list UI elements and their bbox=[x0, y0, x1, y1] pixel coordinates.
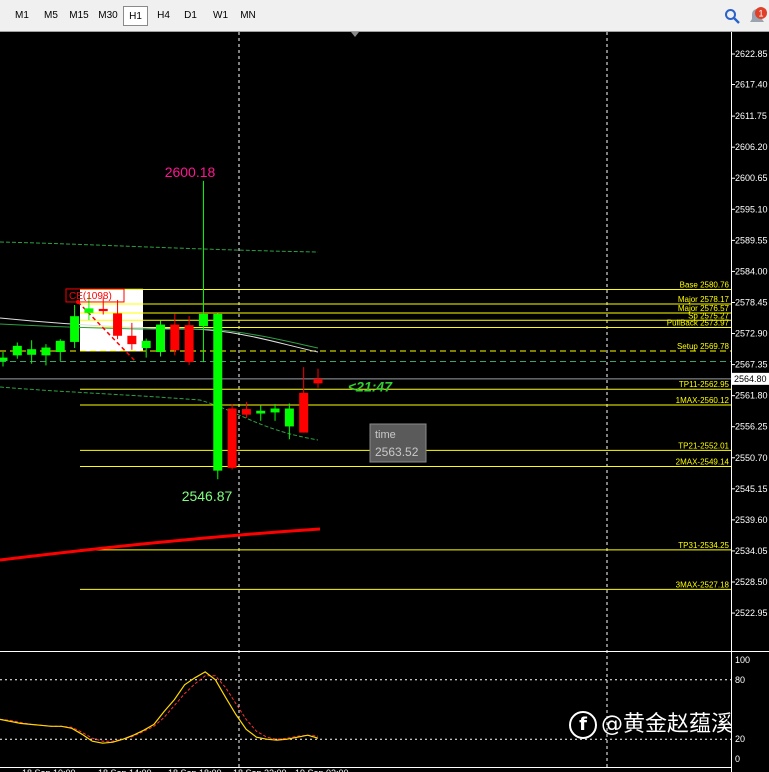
level-label: PullBack 2573.97 bbox=[667, 319, 730, 328]
search-icon[interactable] bbox=[724, 8, 740, 24]
timeframe-toolbar: M1 M5 M15 M30 H1 H4 D1 W1 MN bbox=[0, 0, 769, 32]
facebook-icon: f bbox=[569, 711, 597, 739]
price-tick-label: 2561.80 bbox=[735, 391, 768, 401]
countdown-label: <21:47 bbox=[348, 378, 393, 394]
price-chart[interactable]: 2622.85 2617.40 2611.75 2606.20 2600.65 2595.… bbox=[0, 32, 769, 772]
candle-body bbox=[156, 324, 165, 352]
level-label: 2MAX-2549.14 bbox=[676, 457, 730, 466]
tooltip-value: 2563.52 bbox=[375, 445, 419, 459]
timeframe-m1[interactable]: M1 bbox=[8, 6, 36, 26]
watermark-text: @黄金赵蕴溪 bbox=[601, 712, 734, 737]
time-axis-label: 19 Sep 02:00 bbox=[295, 768, 349, 772]
candle-body bbox=[12, 345, 22, 356]
price-tick-label: 2522.95 bbox=[735, 608, 768, 618]
time-axis-label: 18 Sep 14:00 bbox=[98, 768, 152, 772]
time-axis-label: 18 Sep 10:00 bbox=[22, 768, 76, 772]
candle-body bbox=[41, 347, 51, 356]
level-label: Major 2578.17 bbox=[678, 295, 730, 304]
timeframe-h4[interactable]: H4 bbox=[151, 6, 176, 26]
oscillator-tick-label: 100 bbox=[735, 655, 750, 665]
oscillator-tick-label: 20 bbox=[735, 734, 745, 744]
price-tick-label: 2539.60 bbox=[735, 515, 768, 525]
ce-label: CE(1098) bbox=[69, 291, 112, 302]
price-tick-label: 2556.25 bbox=[735, 422, 768, 432]
price-tick-label: 2545.15 bbox=[735, 484, 768, 494]
candle-body bbox=[227, 408, 237, 468]
oscillator-signal-line bbox=[0, 675, 319, 742]
candle-body bbox=[313, 378, 323, 384]
timeframe-h1[interactable]: H1 bbox=[123, 6, 148, 26]
time-axis-label: 18 Sep 18:00 bbox=[168, 768, 222, 772]
high-price-label: 2600.18 bbox=[165, 164, 216, 180]
timeframe-mn[interactable]: MN bbox=[236, 6, 260, 26]
price-tick-label: 2534.05 bbox=[735, 546, 768, 556]
candle-body bbox=[299, 392, 309, 433]
candle-body bbox=[213, 313, 223, 471]
price-tick-label: 2567.35 bbox=[735, 360, 768, 370]
candle-body bbox=[270, 408, 280, 413]
price-tick-label: 2589.55 bbox=[735, 235, 768, 245]
candle-body bbox=[170, 324, 180, 351]
candle-body bbox=[256, 410, 266, 414]
price-tick-label: 2578.45 bbox=[735, 297, 768, 307]
candle-body bbox=[0, 357, 8, 361]
price-tick-label: 2550.70 bbox=[735, 453, 768, 463]
candle-body bbox=[141, 340, 151, 349]
price-tick-label: 2595.10 bbox=[735, 204, 768, 214]
candle-body bbox=[284, 408, 294, 427]
oscillator-main-line bbox=[0, 671, 319, 744]
candle-body bbox=[198, 313, 208, 327]
timeframe-w1[interactable]: W1 bbox=[207, 6, 234, 26]
tooltip-label: time bbox=[375, 429, 396, 441]
candle-body bbox=[113, 313, 123, 336]
timeframe-m5[interactable]: M5 bbox=[36, 6, 66, 26]
timeframe-m15[interactable]: M15 bbox=[65, 6, 93, 26]
price-tick-label: 2528.50 bbox=[735, 577, 768, 587]
timeframe-d1[interactable]: D1 bbox=[178, 6, 203, 26]
price-tick-label: 2622.85 bbox=[735, 49, 768, 59]
candle-body bbox=[127, 335, 137, 345]
low-price-label: 2546.87 bbox=[182, 488, 233, 504]
watermark: f @黄金赵蕴溪 bbox=[569, 709, 733, 741]
level-label: 1MAX-2560.12 bbox=[676, 396, 730, 405]
level-label: 3MAX-2527.18 bbox=[676, 580, 730, 589]
candle-body bbox=[70, 316, 80, 342]
level-label: Setup 2569.78 bbox=[677, 342, 730, 351]
candle-body bbox=[55, 340, 65, 352]
price-tick-label: 2584.00 bbox=[735, 266, 768, 276]
candle-body bbox=[241, 409, 251, 415]
timeframe-m30[interactable]: M30 bbox=[94, 6, 122, 26]
bell-icon: 1 bbox=[750, 7, 767, 22]
notification-count: 1 bbox=[758, 9, 763, 19]
price-tick-label: 2617.40 bbox=[735, 79, 768, 89]
price-tick-label: 2600.65 bbox=[735, 173, 768, 183]
oscillator-tick-label: 80 bbox=[735, 675, 745, 685]
current-price-label: 2564.80 bbox=[734, 374, 767, 384]
candle-body bbox=[84, 308, 94, 313]
level-label: TP11-2562.95 bbox=[679, 380, 730, 389]
price-tick-label: 2606.20 bbox=[735, 142, 768, 152]
level-label: TP31-2534.25 bbox=[678, 541, 729, 550]
level-label: TP21-2552.01 bbox=[678, 441, 729, 450]
candle-body bbox=[98, 308, 108, 312]
time-axis-label: 18 Sep 22:00 bbox=[233, 768, 287, 772]
price-tick-label: 2611.75 bbox=[735, 111, 767, 121]
candle-body bbox=[184, 325, 194, 363]
price-tick-label: 2572.90 bbox=[735, 329, 768, 339]
notification-badge[interactable]: 1 bbox=[746, 6, 768, 28]
level-label: Base 2580.76 bbox=[680, 281, 730, 290]
candle-body bbox=[27, 349, 37, 355]
oscillator-tick-label: 0 bbox=[735, 754, 740, 764]
